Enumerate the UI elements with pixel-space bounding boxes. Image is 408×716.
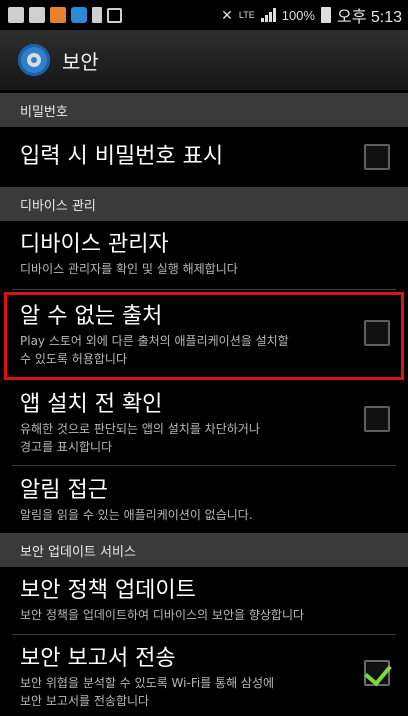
section-header-security-update: 보안 업데이트 서비스 [0,533,408,567]
lte-label: LTE [238,9,255,20]
blue-app-icon [71,7,87,23]
setting-title: 보안 보고서 전송 [20,646,176,671]
show-password-checkbox[interactable] [364,144,390,170]
setting-title: 알림 접근 [20,478,108,503]
mute-icon: ✕ [221,6,233,23]
page-title: 보안 [62,49,99,74]
setting-title: 입력 시 비밀번호 표시 [20,144,224,169]
setting-device-administrators[interactable]: 디바이스 관리자 디바이스 관리자를 확인 및 실행 해제합니다 [0,226,408,286]
signal-icon [260,8,276,22]
battery-percent: 100% [281,7,315,23]
setting-subtitle: 디바이스 관리자를 확인 및 실행 해제합니다 [20,262,238,276]
setting-subtitle-line1: 유해한 것으로 판단되는 앱의 설치를 차단하거나 [20,422,260,436]
gear-icon[interactable] [18,44,50,76]
battery-status-icon [92,7,102,23]
setting-subtitle-line2: 보안 보고서를 전송합니다 [20,694,150,708]
highlight-box [4,292,404,380]
app-icon [8,7,24,23]
send-security-reports-checkbox[interactable] [364,657,392,687]
setting-show-password[interactable]: 입력 시 비밀번호 표시 [0,138,408,182]
usb-icon [107,7,122,23]
checkmark-icon [364,657,392,687]
setting-notification-access[interactable]: 알림 접근 알림을 읽을 수 있는 애플리케이션이 없습니다. [0,472,408,532]
setting-subtitle: 보안 정책을 업데이트하여 디바이스의 보안을 향상합니다 [20,608,305,622]
setting-title: 앱 설치 전 확인 [20,392,163,417]
setting-verify-apps[interactable]: 앱 설치 전 확인 유해한 것으로 판단되는 앱의 설치를 차단하거나 경고를 … [0,386,408,462]
status-bar: ✕ LTE 100% 오후 5:13 [0,0,408,30]
clock: 오후 5:13 [336,9,402,26]
section-header-password: 비밀번호 [0,93,408,127]
setting-subtitle: 알림을 읽을 수 있는 애플리케이션이 없습니다. [20,508,253,522]
gallery-icon [29,7,45,23]
divider [12,634,396,635]
setting-title: 보안 정책 업데이트 [20,578,196,603]
orange-app-icon [50,7,66,23]
setting-send-security-reports[interactable]: 보안 보고서 전송 보안 위협을 분석할 수 있도록 Wi-Fi를 통해 삼성에… [0,640,408,716]
divider [12,465,396,466]
divider [12,289,396,290]
setting-security-policy-update[interactable]: 보안 정책 업데이트 보안 정책을 업데이트하여 디바이스의 보안을 향상합니다 [0,572,408,632]
action-bar: 보안 [0,30,408,90]
battery-icon [320,7,331,23]
verify-apps-checkbox[interactable] [364,406,390,432]
setting-subtitle-line1: 보안 위협을 분석할 수 있도록 Wi-Fi를 통해 삼성에 [20,676,275,690]
setting-title: 디바이스 관리자 [20,232,169,257]
setting-subtitle-line2: 경고를 표시합니다 [20,440,113,454]
section-header-device-admin: 디바이스 관리 [0,187,408,221]
